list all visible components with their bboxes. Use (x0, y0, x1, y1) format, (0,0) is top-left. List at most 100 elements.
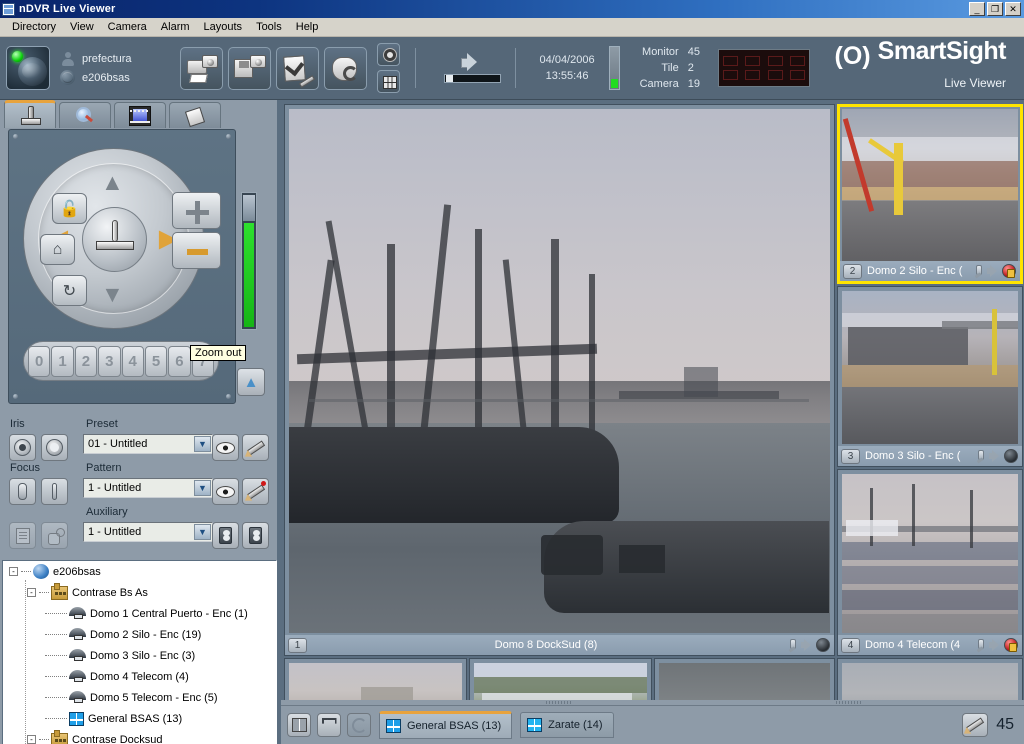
tab-ptz[interactable] (4, 100, 56, 128)
chevron-up-icon[interactable]: ▲ (237, 368, 265, 396)
fullscreen-button[interactable] (317, 713, 341, 737)
status-orb-3[interactable] (1004, 449, 1018, 463)
focus-near-button[interactable] (9, 478, 36, 505)
maximize-button[interactable]: ❐ (987, 2, 1003, 16)
chevron-down-icon-3[interactable]: ▼ (194, 524, 211, 540)
collapse-toggle[interactable]: - (27, 735, 36, 744)
aux-on-button[interactable] (212, 522, 239, 549)
preset-num-3[interactable]: 3 (98, 345, 121, 377)
edit-pattern-button[interactable] (242, 478, 269, 505)
collapse-toggle[interactable]: - (9, 567, 18, 576)
preset-num-4[interactable]: 4 (121, 345, 144, 377)
goto-pattern-button[interactable] (212, 478, 239, 505)
recording-orb-4[interactable] (1004, 638, 1018, 652)
unlock-icon[interactable]: 🔓 (52, 193, 87, 224)
iris-open-button[interactable] (9, 434, 36, 461)
preset-num-5[interactable]: 5 (144, 345, 168, 377)
edit-preset-button[interactable] (242, 434, 269, 461)
tile-layout-button[interactable] (287, 713, 311, 737)
layout-tab-general-bsas[interactable]: General BSAS (13) (379, 711, 513, 739)
volume-knob[interactable] (445, 75, 453, 82)
refresh-stream-button[interactable] (323, 46, 367, 90)
microphone-icon-2[interactable] (971, 264, 985, 278)
pan-up-button[interactable]: ▲ (101, 171, 124, 194)
menu-help[interactable]: Help (289, 19, 326, 35)
speaker-icon-2[interactable] (987, 265, 1000, 277)
list-button[interactable] (9, 522, 36, 549)
focus-far-button[interactable] (41, 478, 68, 505)
speaker-icon-1[interactable] (801, 639, 814, 651)
video-tile-1[interactable]: 1 Domo 8 DockSud (8) (284, 104, 835, 656)
tree-item[interactable]: - e206bsas (3, 561, 276, 582)
tree-item[interactable]: - Contrase Docksud (3, 729, 276, 744)
settings-button[interactable] (376, 43, 400, 66)
pattern-value: 1 - Untitled (88, 482, 142, 494)
iris-close-button[interactable] (41, 434, 68, 461)
speaker-icon-3[interactable] (989, 450, 1002, 462)
grid-button[interactable] (376, 70, 400, 93)
tree-item[interactable]: Domo 2 Silo - Enc (19) (3, 624, 276, 645)
collapse-toggle[interactable]: - (27, 588, 36, 597)
home-icon[interactable]: ⌂ (40, 234, 75, 265)
acknowledge-button[interactable] (275, 46, 319, 90)
menu-view[interactable]: View (63, 19, 101, 35)
status-orb-1[interactable] (816, 638, 830, 652)
pan-down-button[interactable]: ▼ (101, 283, 124, 306)
volume-slider[interactable] (443, 74, 501, 83)
aux-off-button[interactable] (242, 522, 269, 549)
zoom-level-grip[interactable] (243, 195, 255, 221)
microphone-icon-4[interactable] (973, 638, 987, 652)
video-feed-1[interactable] (289, 109, 830, 633)
video-tile-2[interactable]: 2 Domo 2 Silo - Enc ( (837, 104, 1023, 284)
menu-camera[interactable]: Camera (101, 19, 154, 35)
speaker-icon-4[interactable] (989, 639, 1002, 651)
preset-num-1[interactable]: 1 (51, 345, 74, 377)
video-tile-4[interactable]: 4 Domo 4 Telecom (4 (837, 469, 1023, 656)
zoom-level-slider[interactable] (241, 192, 257, 330)
tree-item[interactable]: Domo 3 Silo - Enc (3) (3, 645, 276, 666)
joystick-center-icon[interactable] (82, 207, 147, 272)
microphone-icon-3[interactable] (973, 449, 987, 463)
tree-item[interactable]: Domo 5 Telecom - Enc (5) (3, 687, 276, 708)
menu-layouts[interactable]: Layouts (197, 19, 250, 35)
preset-num-2[interactable]: 2 (74, 345, 98, 377)
print-snapshot-button[interactable] (179, 46, 223, 90)
camera-tree[interactable]: - e206bsas - Contrase Bs As Domo 1 Central P… (2, 560, 277, 744)
save-snapshot-button[interactable] (227, 46, 271, 90)
minimize-button[interactable]: _ (969, 2, 985, 16)
video-tile-3[interactable]: 3 Domo 3 Silo - Enc ( (837, 286, 1023, 467)
video-feed-4[interactable] (842, 474, 1018, 633)
cycle-button[interactable] (347, 713, 371, 737)
preset-select[interactable]: 01 - Untitled ▼ (83, 434, 213, 454)
tree-item[interactable]: Domo 4 Telecom (4) (3, 666, 276, 687)
goto-preset-button[interactable] (212, 434, 239, 461)
microphone-icon[interactable] (785, 638, 799, 652)
connection-globe-button[interactable] (6, 46, 50, 90)
preset-num-6[interactable]: 6 (168, 345, 191, 377)
menu-alarm[interactable]: Alarm (154, 19, 197, 35)
tree-item[interactable]: - Contrase Bs As (3, 582, 276, 603)
hand-query-button[interactable] (41, 522, 68, 549)
tab-playback[interactable] (114, 102, 166, 128)
chevron-down-icon-2[interactable]: ▼ (194, 480, 211, 496)
menu-directory[interactable]: Directory (5, 19, 63, 35)
tree-item[interactable]: General BSAS (13) (3, 708, 276, 729)
chevron-down-icon[interactable]: ▼ (194, 436, 211, 452)
recording-orb-2[interactable] (1002, 264, 1016, 278)
close-button[interactable]: ✕ (1005, 2, 1021, 16)
menu-tools[interactable]: Tools (249, 19, 289, 35)
rotate-icon[interactable]: ↻ (52, 275, 87, 306)
pattern-select[interactable]: 1 - Untitled ▼ (83, 478, 213, 498)
layout-tab-zarate[interactable]: Zarate (14) (520, 712, 614, 738)
auxiliary-select[interactable]: 1 - Untitled ▼ (83, 522, 213, 542)
zoom-in-button[interactable] (172, 192, 221, 229)
volume-control[interactable] (443, 53, 501, 83)
tab-tag[interactable] (169, 102, 221, 128)
preset-num-0[interactable]: 0 (28, 345, 51, 377)
tree-item[interactable]: Domo 1 Central Puerto - Enc (1) (3, 603, 276, 624)
video-feed-3[interactable] (842, 291, 1018, 444)
zoom-out-button[interactable] (172, 232, 221, 269)
edit-layout-button[interactable] (962, 713, 989, 737)
tab-search[interactable] (59, 102, 111, 128)
video-feed-2[interactable] (842, 109, 1018, 261)
